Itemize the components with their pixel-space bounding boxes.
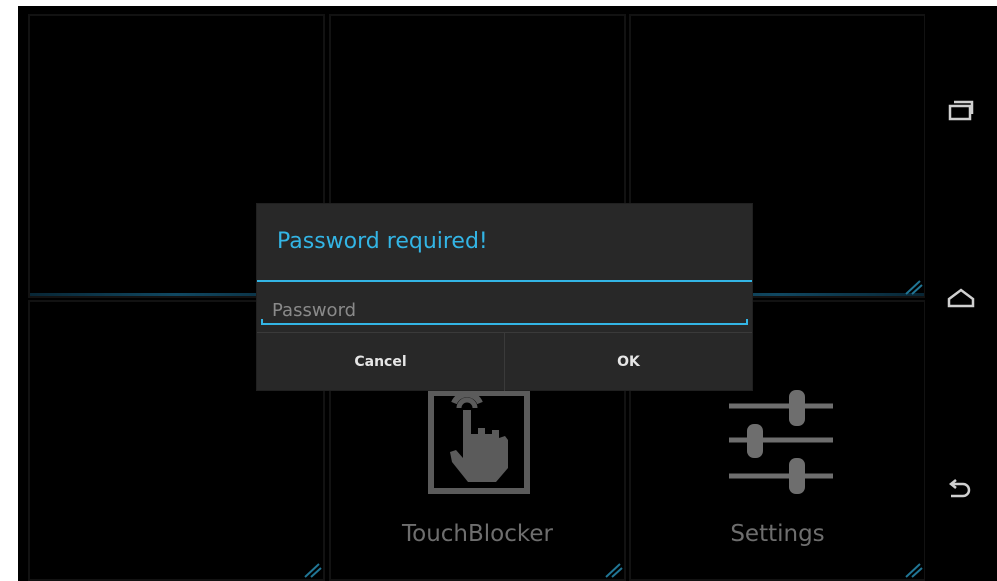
dialog-button-row: Cancel OK (257, 332, 752, 391)
recent-apps-button[interactable] (943, 92, 979, 128)
home-icon (947, 288, 975, 308)
recent-apps-icon (948, 100, 974, 121)
home-button[interactable] (943, 280, 979, 316)
title-divider (257, 280, 752, 282)
password-dialog: Password required! Cancel OK (257, 204, 752, 391)
dialog-title: Password required! (277, 229, 488, 254)
home-screen: TouchBlocker Settings Password required!… (0, 0, 997, 581)
password-underline (261, 319, 748, 325)
ok-button[interactable]: OK (504, 333, 752, 391)
back-button[interactable] (943, 472, 979, 508)
navigation-bar (925, 6, 997, 581)
cancel-button[interactable]: Cancel (257, 333, 504, 391)
back-icon (948, 479, 971, 498)
